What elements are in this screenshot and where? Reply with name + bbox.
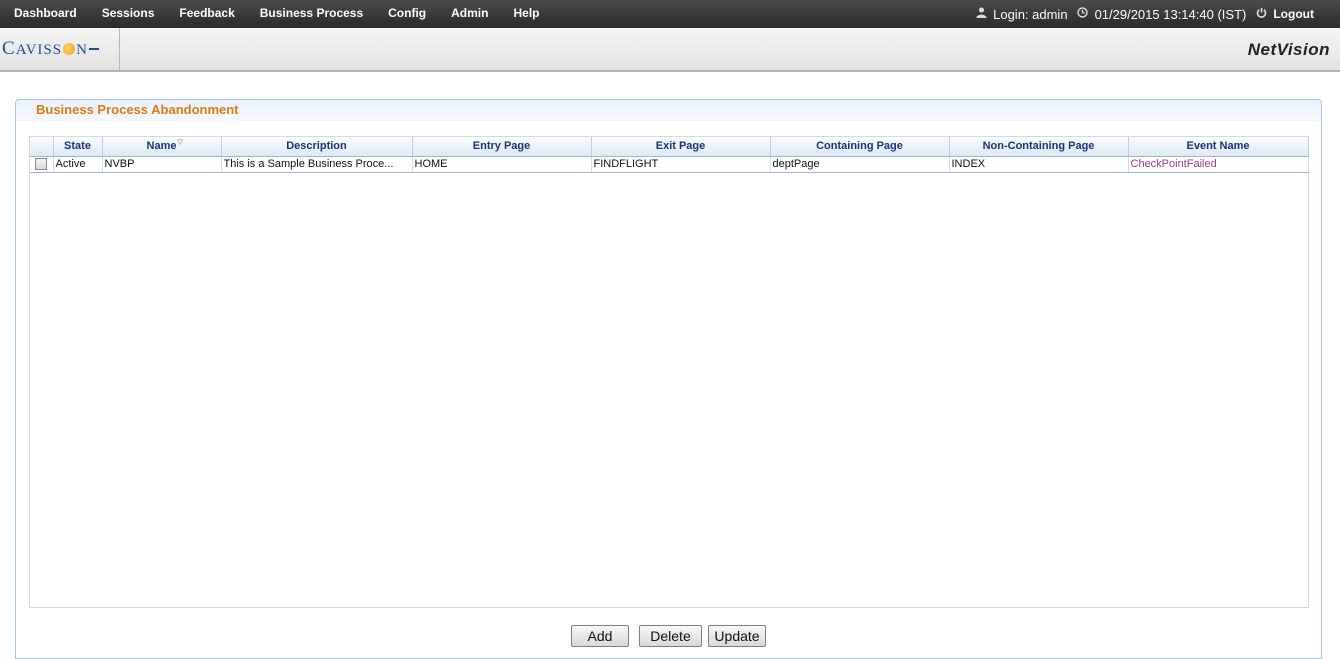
cell-exit-page: FINDFLIGHT bbox=[591, 156, 771, 173]
cell-non-containing-page: INDEX bbox=[949, 156, 1129, 173]
business-process-table: State Name ▽ Description Entry Page Exit … bbox=[30, 137, 1309, 173]
server-datetime: 01/29/2015 13:14:40 (IST) bbox=[1094, 6, 1247, 22]
user-icon bbox=[974, 7, 988, 21]
column-header-name-label: Name bbox=[146, 140, 177, 153]
cell-event-name[interactable]: CheckPointFailed bbox=[1128, 156, 1309, 173]
business-process-grid: State Name ▽ Description Entry Page Exit … bbox=[29, 136, 1309, 608]
column-header-containing-page[interactable]: Containing Page bbox=[770, 137, 950, 157]
cavisson-logo: CAVISS N bbox=[0, 28, 120, 70]
session-status: Login: admin 01/29/2015 13:14:40 (IST) L… bbox=[974, 0, 1340, 28]
menu-sessions[interactable]: Sessions bbox=[90, 0, 167, 28]
power-icon[interactable] bbox=[1254, 7, 1268, 21]
cell-entry-page: HOME bbox=[412, 156, 592, 173]
product-name: NetVision bbox=[1247, 40, 1330, 59]
update-button[interactable]: Update bbox=[708, 625, 766, 647]
column-header-exit-page[interactable]: Exit Page bbox=[591, 137, 771, 157]
cell-containing-page: deptPage bbox=[770, 156, 950, 173]
column-header-name[interactable]: Name ▽ bbox=[102, 137, 222, 157]
cell-state: Active bbox=[53, 156, 103, 173]
menu-admin[interactable]: Admin bbox=[439, 0, 500, 28]
top-navigation-bar: Dashboard Sessions Feedback Business Pro… bbox=[0, 0, 1340, 28]
clock-icon bbox=[1076, 7, 1090, 21]
menu-dashboard[interactable]: Dashboard bbox=[0, 0, 89, 28]
column-header-non-containing-page[interactable]: Non-Containing Page bbox=[949, 137, 1129, 157]
app-header: CAVISS N NetVision bbox=[0, 28, 1340, 72]
menu-business-process[interactable]: Business Process bbox=[248, 0, 375, 28]
add-button[interactable]: Add bbox=[571, 625, 629, 647]
delete-button[interactable]: Delete bbox=[639, 625, 702, 647]
row-select-checkbox[interactable] bbox=[35, 158, 48, 171]
column-header-description[interactable]: Description bbox=[221, 137, 413, 157]
sort-indicator-icon: ▽ bbox=[177, 139, 183, 146]
table-header-row: State Name ▽ Description Entry Page Exit … bbox=[30, 137, 1309, 157]
column-header-state[interactable]: State bbox=[53, 137, 103, 157]
table-row[interactable]: Active NVBP This is a Sample Business Pr… bbox=[30, 156, 1309, 173]
panel-title: Business Process Abandonment bbox=[36, 102, 239, 117]
column-header-event-name[interactable]: Event Name bbox=[1128, 137, 1309, 157]
column-header-entry-page[interactable]: Entry Page bbox=[412, 137, 592, 157]
panel-header: Business Process Abandonment bbox=[16, 100, 1321, 121]
menu-config[interactable]: Config bbox=[376, 0, 438, 28]
menu-feedback[interactable]: Feedback bbox=[167, 0, 246, 28]
cell-description: This is a Sample Business Proce... bbox=[221, 156, 413, 173]
cell-name: NVBP bbox=[102, 156, 222, 173]
login-label: Login: admin bbox=[993, 6, 1068, 22]
main-menu: Dashboard Sessions Feedback Business Pro… bbox=[0, 0, 552, 28]
menu-help[interactable]: Help bbox=[501, 0, 551, 28]
business-process-panel: Business Process Abandonment State Name ▽… bbox=[15, 99, 1322, 659]
select-column-header bbox=[30, 137, 54, 157]
logout-link[interactable]: Logout bbox=[1273, 7, 1314, 21]
